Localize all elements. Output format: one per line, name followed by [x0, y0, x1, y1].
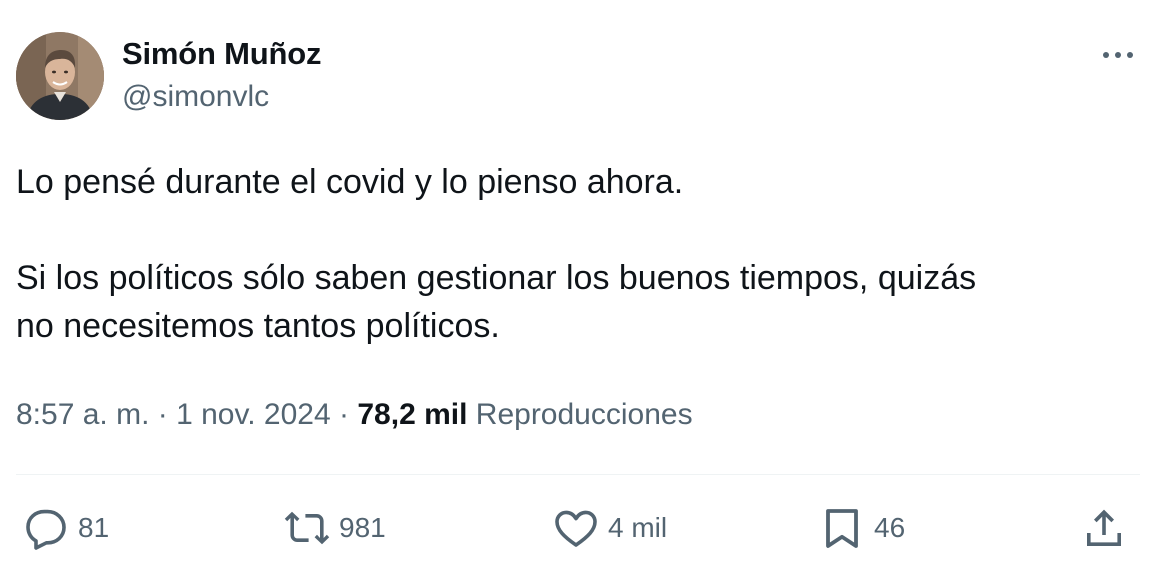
tweet-time[interactable]: 8:57 a. m.: [16, 398, 149, 431]
tweet-date[interactable]: 1 nov. 2024: [176, 398, 331, 431]
reply-button[interactable]: 81: [22, 503, 109, 553]
views-label: Reproducciones: [475, 398, 693, 431]
bookmark-count: 46: [874, 512, 906, 543]
reply-bubble-icon: [26, 509, 66, 550]
retweet-icon: [284, 511, 330, 545]
reply-count: 81: [78, 512, 110, 543]
share-upload-icon: [1087, 509, 1121, 546]
share-button[interactable]: [1080, 503, 1128, 553]
author-handle[interactable]: @simonvlc: [122, 80, 269, 114]
tweet-text-line: Si los políticos sólo saben gestionar lo…: [16, 259, 977, 297]
like-count: 4 mil: [608, 512, 668, 543]
tweet-text: Lo pensé durante el covid y lo pienso ah…: [16, 158, 1146, 350]
tweet-meta: 8:57 a. m. · 1 nov. 2024 · 78,2 mil Repr…: [16, 398, 693, 432]
author-name[interactable]: Simón Muñoz: [122, 36, 321, 72]
tweet-text-line: Lo pensé durante el covid y lo pienso ah…: [16, 163, 684, 201]
bookmark-button[interactable]: 46: [818, 503, 905, 553]
bookmark-icon: [826, 509, 858, 548]
meta-separator: ·: [157, 398, 168, 431]
more-dots-icon: [1103, 52, 1133, 58]
tweet-text-line: no necesitemos tantos políticos.: [16, 307, 500, 345]
like-button[interactable]: 4 mil: [552, 503, 667, 553]
avatar[interactable]: [16, 32, 104, 120]
retweet-count: 981: [339, 512, 386, 543]
retweet-button[interactable]: 981: [283, 503, 386, 553]
heart-icon: [555, 510, 597, 547]
divider: [16, 474, 1140, 475]
avatar-photo: [16, 32, 104, 120]
tweet-card: Simón Muñoz @simonvlc Lo pensé durante e…: [0, 0, 1158, 570]
views-count[interactable]: 78,2 mil: [357, 398, 467, 431]
meta-separator: ·: [339, 398, 350, 431]
more-options-button[interactable]: [1096, 40, 1140, 70]
